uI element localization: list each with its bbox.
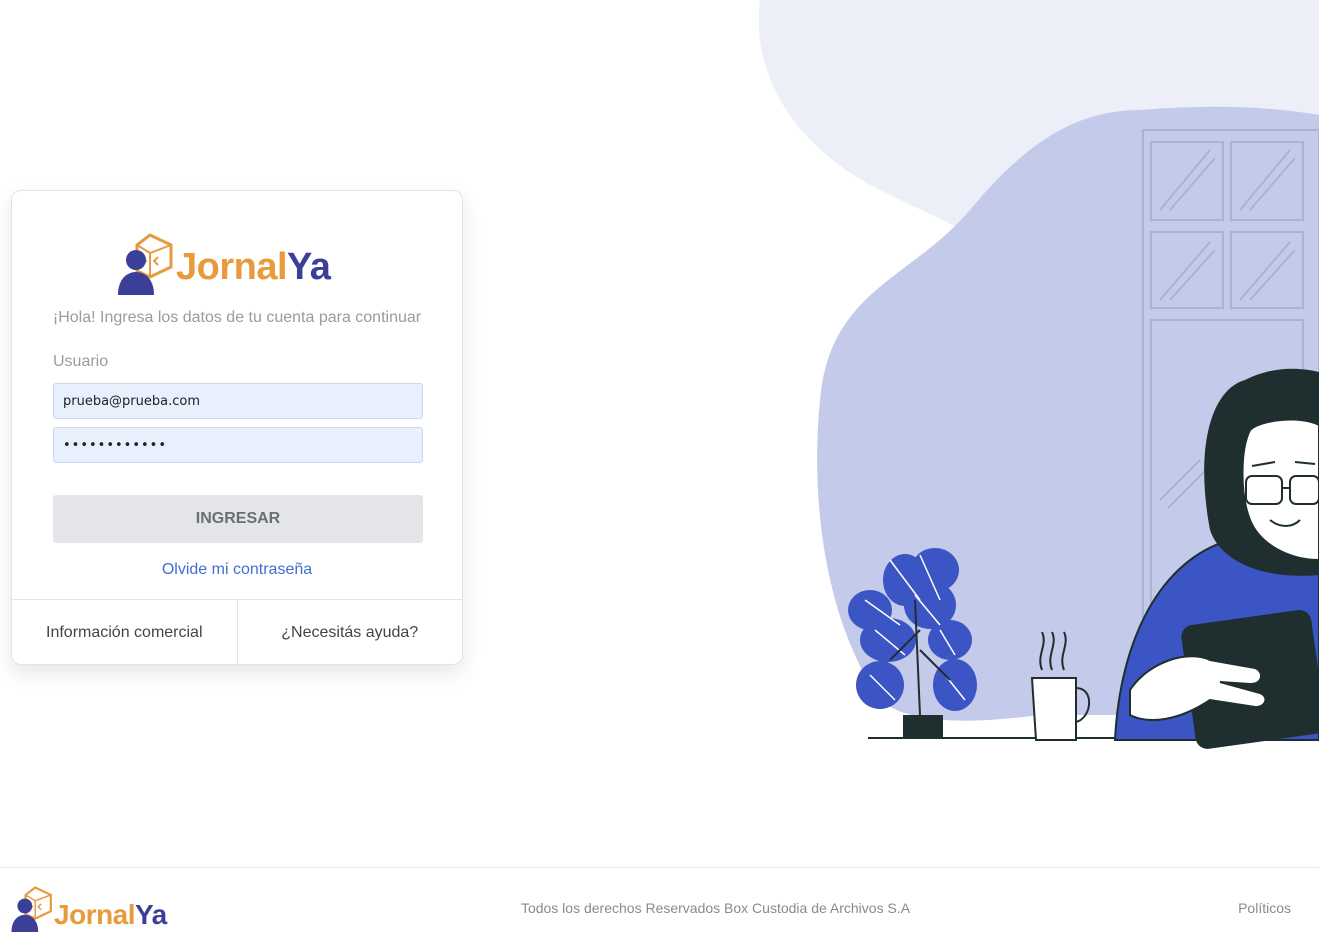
help-link[interactable]: ¿Necesitás ayuda?: [236, 600, 463, 665]
password-field[interactable]: [53, 427, 423, 463]
page-footer: JornalYa Todos los derechos Reservados B…: [0, 867, 1319, 944]
user-label: Usuario: [53, 353, 109, 370]
login-greeting: ¡Hola! Ingresa los datos de tu cuenta pa…: [52, 309, 422, 326]
jornalya-logo: JornalYa: [116, 231, 366, 297]
copyright-text: Todos los derechos Reservados Box Custod…: [520, 900, 911, 916]
forgot-password-link[interactable]: Olvide mi contraseña: [12, 561, 462, 579]
brand-name: JornalYa: [176, 246, 331, 288]
hero-illustration: [740, 0, 1319, 760]
logo-person-box-icon: [118, 233, 173, 295]
woman-with-tablet-illustration: [758, 0, 1319, 749]
card-footer-links: Información comercial ¿Necesitás ayuda?: [12, 599, 462, 665]
commercial-info-link[interactable]: Información comercial: [12, 600, 237, 665]
policies-link[interactable]: Políticos: [1238, 900, 1291, 916]
email-field[interactable]: [53, 383, 423, 419]
login-button[interactable]: INGRESAR: [53, 495, 423, 543]
login-card: JornalYa ¡Hola! Ingresa los datos de tu …: [11, 190, 463, 665]
